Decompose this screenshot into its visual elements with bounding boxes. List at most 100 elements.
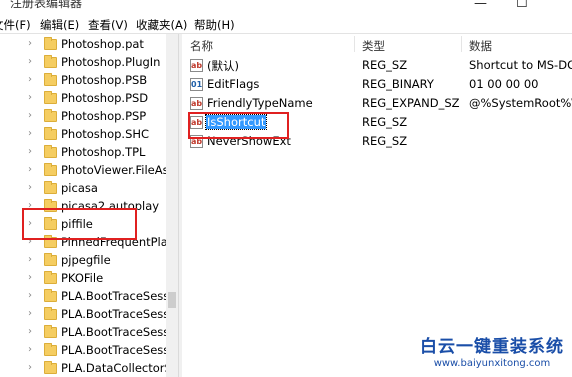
tree-scrollbar[interactable] [166, 34, 178, 377]
folder-icon [44, 361, 57, 374]
menu-help[interactable]: 帮助(H) [194, 17, 235, 33]
value-data: Shortcut to MS-DOS [469, 58, 572, 72]
tree-item[interactable]: › Photoshop.PSP [0, 108, 178, 126]
column-header-data[interactable]: 数据 [469, 38, 492, 54]
tree-item-label: PhotoViewer.FileAss [61, 163, 175, 177]
menu-bar: 文件(F) 编辑(E) 查看(V) 收藏夹(A) 帮助(H) [0, 14, 572, 34]
tree-item[interactable]: › picasa [0, 180, 178, 198]
column-divider[interactable] [354, 36, 355, 52]
tree-item-label: Photoshop.PSD [61, 91, 149, 105]
tree-item-label: Photoshop.pat [61, 37, 144, 51]
folder-icon [44, 325, 57, 338]
value-data: 01 00 00 00 [469, 77, 539, 91]
expand-chevron-icon[interactable]: › [28, 128, 32, 139]
tree-item[interactable]: › Photoshop.PlugIn [0, 54, 178, 72]
folder-icon [44, 109, 57, 122]
string-value-icon: ab [190, 97, 203, 110]
folder-icon [44, 271, 57, 284]
tree-item[interactable]: › pjpegfile [0, 252, 178, 270]
tree-item[interactable]: › Photoshop.TPL [0, 144, 178, 162]
watermark-text: 白云一键重装系统 [420, 337, 564, 357]
tree-item-label: Photoshop.PlugIn [61, 55, 161, 69]
tree-item[interactable]: › PLA.BootTraceSessi [0, 324, 178, 342]
minimize-button[interactable]: — [474, 0, 487, 12]
watermark-url: www.baiyunxitong.com [433, 358, 551, 369]
column-header-type[interactable]: 类型 [362, 38, 385, 54]
value-row[interactable]: ab FriendlyTypeName REG_EXPAND_SZ @%Syst… [182, 95, 572, 113]
folder-icon [44, 163, 57, 176]
folder-icon [44, 37, 57, 50]
tree-item[interactable]: › Photoshop.SHC [0, 126, 178, 144]
tree-item[interactable]: › PLA.BootTraceSessi [0, 306, 178, 324]
registry-key-tree[interactable]: › Photoshop.pat › Photoshop.PlugIn › Photos… [0, 34, 178, 377]
column-header-name[interactable]: 名称 [190, 38, 213, 54]
window-title: 注册表编辑器 [10, 0, 83, 10]
expand-chevron-icon[interactable]: › [28, 146, 32, 157]
tree-item[interactable]: › PKOFile [0, 270, 178, 288]
tree-item[interactable]: › PhotoViewer.FileAss [0, 162, 178, 180]
expand-chevron-icon[interactable]: › [28, 74, 32, 85]
expand-chevron-icon[interactable]: › [28, 254, 32, 265]
menu-view[interactable]: 查看(V) [88, 17, 128, 33]
value-row[interactable]: ab (默认) REG_SZ Shortcut to MS-DOS [182, 57, 572, 75]
list-header: 名称 类型 数据 [182, 34, 572, 54]
tree-item-label: Photoshop.PSP [61, 109, 147, 123]
binary-value-icon: 01 [190, 78, 203, 91]
menu-edit[interactable]: 编辑(E) [40, 17, 79, 33]
tree-item[interactable]: › PLA.BootTraceSessi [0, 342, 178, 360]
tree-item-label: pjpegfile [61, 253, 111, 267]
value-type: REG_SZ [362, 134, 408, 148]
value-data: @%SystemRoot%\S [469, 96, 572, 110]
folder-icon [44, 73, 57, 86]
value-name: (默认) [207, 59, 239, 73]
folder-icon [44, 307, 57, 320]
string-value-icon: ab [190, 59, 203, 72]
tree-item-label: PLA.BootTraceSessi [61, 325, 173, 339]
tree-item[interactable]: › Photoshop.PSB [0, 72, 178, 90]
expand-chevron-icon[interactable]: › [28, 326, 32, 337]
tree-item-label: PLA.BootTraceSessi [61, 289, 173, 303]
expand-chevron-icon[interactable]: › [28, 272, 32, 283]
value-row[interactable]: 01 EditFlags REG_BINARY 01 00 00 00 [182, 76, 572, 94]
expand-chevron-icon[interactable]: › [28, 56, 32, 67]
folder-icon [44, 145, 57, 158]
tree-item[interactable]: › PLA.DataCollectorSe [0, 360, 178, 377]
tree-scrollbar-thumb[interactable] [168, 292, 176, 308]
expand-chevron-icon[interactable]: › [28, 362, 32, 373]
tree-item-label: Photoshop.SHC [61, 127, 150, 141]
menu-favorites[interactable]: 收藏夹(A) [136, 17, 187, 33]
menu-file[interactable]: 文件(F) [0, 17, 31, 33]
expand-chevron-icon[interactable]: › [28, 182, 32, 193]
folder-icon [44, 289, 57, 302]
tree-item-label: PLA.BootTraceSessi [61, 343, 173, 357]
folder-icon [44, 91, 57, 104]
maximize-button[interactable]: ☐ [516, 0, 528, 12]
expand-chevron-icon[interactable]: › [28, 164, 32, 175]
value-name: FriendlyTypeName [207, 96, 313, 110]
tree-item-label: PLA.DataCollectorSe [61, 361, 178, 375]
expand-chevron-icon[interactable]: › [28, 110, 32, 121]
highlight-box-tree-item [22, 208, 137, 240]
title-bar: 注册表编辑器 — ☐ [0, 0, 572, 14]
folder-icon [44, 343, 57, 356]
tree-item[interactable]: › PLA.BootTraceSessi [0, 288, 178, 306]
tree-item[interactable]: › Photoshop.pat [0, 36, 178, 54]
column-divider[interactable] [461, 36, 462, 52]
expand-chevron-icon[interactable]: › [28, 92, 32, 103]
value-type: REG_EXPAND_SZ [362, 96, 460, 110]
value-name: EditFlags [207, 77, 260, 91]
tree-item-label: picasa [61, 181, 98, 195]
expand-chevron-icon[interactable]: › [28, 344, 32, 355]
folder-icon [44, 127, 57, 140]
tree-item[interactable]: › Photoshop.PSD [0, 90, 178, 108]
expand-chevron-icon[interactable]: › [28, 290, 32, 301]
expand-chevron-icon[interactable]: › [28, 308, 32, 319]
folder-icon [44, 253, 57, 266]
expand-chevron-icon[interactable]: › [28, 38, 32, 49]
tree-item-label: PLA.BootTraceSessi [61, 307, 173, 321]
registry-values-list[interactable]: 名称 类型 数据 ab (默认) REG_SZ Shortcut to MS-D… [182, 34, 572, 377]
tree-item-label: PKOFile [61, 271, 104, 285]
highlight-box-value [188, 112, 289, 139]
value-type: REG_BINARY [362, 77, 434, 91]
folder-icon [44, 181, 57, 194]
